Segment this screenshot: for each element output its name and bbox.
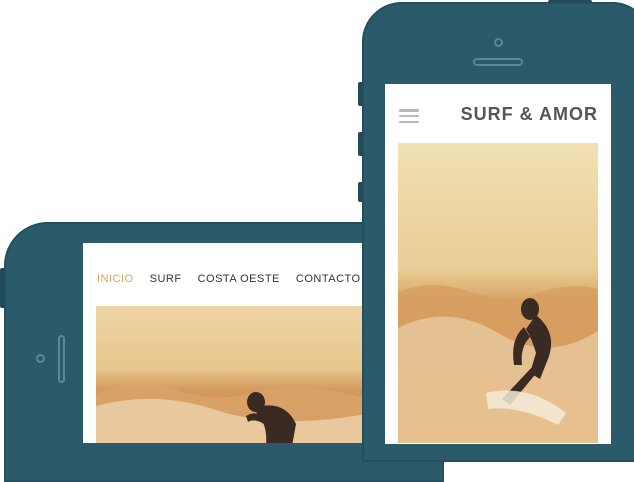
portrait-side-button <box>358 182 363 202</box>
landscape-surf-photo <box>96 306 366 443</box>
nav-item-inicio[interactable]: INICIO <box>97 273 134 285</box>
nav-item-costa-oeste[interactable]: COSTA OESTE <box>198 273 280 285</box>
hamburger-menu-icon[interactable] <box>399 109 419 123</box>
portrait-surf-photo <box>398 143 598 443</box>
landscape-screen: INICIO SURF COSTA OESTE CONTACTO <box>83 243 383 443</box>
portrait-side-button <box>358 132 363 156</box>
portrait-speaker <box>473 58 523 66</box>
landscape-nav: INICIO SURF COSTA OESTE CONTACTO <box>97 273 361 285</box>
nav-item-surf[interactable]: SURF <box>150 273 182 285</box>
portrait-camera <box>494 38 503 47</box>
portrait-side-button <box>358 82 363 106</box>
landscape-camera <box>36 354 45 363</box>
landscape-speaker <box>58 335 65 383</box>
nav-item-contacto[interactable]: CONTACTO <box>296 273 361 285</box>
site-title: SURF & AMOR <box>460 104 598 124</box>
portrait-screen: SURF & AMOR <box>385 84 611 444</box>
